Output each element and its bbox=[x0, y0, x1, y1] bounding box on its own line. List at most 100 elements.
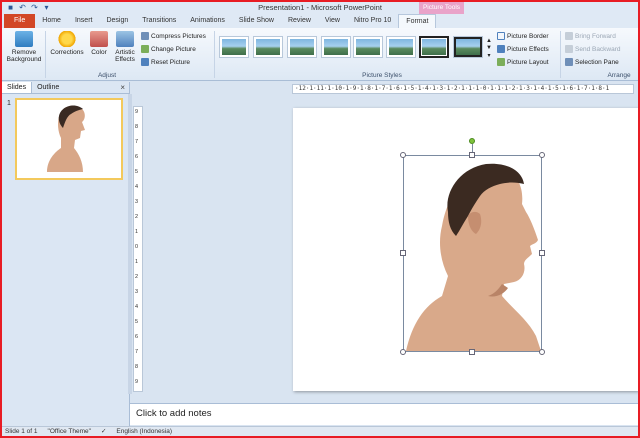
vruler-tick: 3 bbox=[135, 199, 139, 205]
picture-style-3[interactable] bbox=[287, 36, 317, 58]
color-button[interactable]: Color bbox=[88, 31, 110, 56]
horizontal-ruler: ·12·1·11·1·10·1·9·1·8·1·7·1·6·1·5·1·4·1·… bbox=[292, 84, 634, 94]
picture-style-8[interactable] bbox=[453, 36, 483, 58]
ribbon: Remove Background Corrections Color Arti… bbox=[2, 28, 638, 81]
picture-style-5[interactable] bbox=[353, 36, 383, 58]
tab-slide-show[interactable]: Slide Show bbox=[232, 14, 281, 28]
arrange-group-label: Arrange bbox=[607, 72, 631, 79]
tab-review[interactable]: Review bbox=[281, 14, 318, 28]
spell-check-icon[interactable]: ✓ bbox=[101, 427, 106, 436]
picture-style-7[interactable] bbox=[419, 36, 449, 58]
group-separator bbox=[214, 31, 215, 78]
tab-slides[interactable]: Slides bbox=[2, 82, 33, 93]
resize-handle-top-left[interactable] bbox=[400, 152, 406, 158]
picture-border-icon bbox=[497, 32, 505, 40]
tab-animations[interactable]: Animations bbox=[183, 14, 232, 28]
bring-forward-button[interactable]: Bring Forward bbox=[565, 32, 616, 40]
resize-handle-bottom-left[interactable] bbox=[400, 349, 406, 355]
reset-picture-button[interactable]: Reset Picture bbox=[141, 58, 190, 66]
corrections-button[interactable]: Corrections bbox=[48, 31, 86, 56]
ribbon-tabs: File Home Insert Design Transitions Anim… bbox=[2, 14, 638, 28]
artistic-effects-icon bbox=[116, 31, 134, 47]
slide-number: 1 bbox=[7, 100, 11, 107]
artistic-effects-button[interactable]: Artistic Effects bbox=[112, 31, 138, 63]
remove-background-button[interactable]: Remove Background bbox=[4, 31, 44, 63]
status-bar: Slide 1 of 1 "Office Theme" ✓ English (I… bbox=[2, 426, 638, 436]
vruler-tick: 5 bbox=[135, 169, 139, 175]
remove-background-icon bbox=[15, 31, 33, 47]
resize-handle-bottom-right[interactable] bbox=[539, 349, 545, 355]
status-language[interactable]: English (Indonesia) bbox=[116, 427, 172, 436]
vruler-tick: 1 bbox=[135, 229, 139, 235]
vertical-ruler: 9 8 7 6 5 4 3 2 1 0 1 2 3 4 5 6 7 8 9 bbox=[133, 106, 143, 392]
color-label: Color bbox=[91, 49, 107, 56]
thumbnail-portrait bbox=[47, 105, 85, 172]
picture-layout-button[interactable]: Picture Layout bbox=[497, 58, 549, 66]
picture-border-label: Picture Border bbox=[507, 32, 549, 40]
status-slide-count: Slide 1 of 1 bbox=[5, 428, 38, 435]
vruler-tick: 5 bbox=[135, 319, 139, 325]
vruler-tick: 9 bbox=[135, 109, 139, 115]
send-backward-button[interactable]: Send Backward bbox=[565, 45, 621, 53]
slide-thumbnail[interactable] bbox=[15, 98, 123, 180]
title-bar: ■ ↶ ↷ ▾ Presentation1 - Microsoft PowerP… bbox=[2, 2, 638, 14]
resize-handle-top[interactable] bbox=[469, 152, 475, 158]
tab-insert[interactable]: Insert bbox=[68, 14, 100, 28]
bring-forward-icon bbox=[565, 32, 573, 40]
picture-style-4[interactable] bbox=[321, 36, 351, 58]
status-theme: "Office Theme" bbox=[47, 428, 91, 435]
vruler-tick: 9 bbox=[135, 379, 139, 385]
picture-style-6[interactable] bbox=[386, 36, 416, 58]
scroll-down-icon[interactable]: ▼ bbox=[486, 45, 492, 51]
resize-handle-left[interactable] bbox=[400, 250, 406, 256]
vruler-tick: 3 bbox=[135, 289, 139, 295]
change-picture-button[interactable]: Change Picture bbox=[141, 45, 196, 53]
more-styles-icon[interactable]: ▾ bbox=[487, 52, 490, 59]
resize-handle-top-right[interactable] bbox=[539, 152, 545, 158]
styles-gallery-scroll[interactable]: ▲ ▼ ▾ bbox=[486, 38, 492, 59]
tab-format[interactable]: Format bbox=[398, 14, 437, 28]
tab-home[interactable]: Home bbox=[35, 14, 68, 28]
send-backward-icon bbox=[565, 45, 573, 53]
tab-nitro-pro[interactable]: Nitro Pro 10 bbox=[347, 14, 398, 28]
compress-pictures-button[interactable]: Compress Pictures bbox=[141, 32, 206, 40]
picture-style-2[interactable] bbox=[253, 36, 283, 58]
compress-pictures-icon bbox=[141, 32, 149, 40]
vruler-tick: 4 bbox=[135, 304, 139, 310]
vruler-tick: 8 bbox=[135, 364, 139, 370]
vruler-tick: 6 bbox=[135, 334, 139, 340]
close-icon[interactable]: × bbox=[120, 83, 125, 92]
slides-pane-splitter[interactable] bbox=[128, 94, 132, 394]
picture-style-1[interactable] bbox=[219, 36, 249, 58]
resize-handle-bottom[interactable] bbox=[469, 349, 475, 355]
vruler-tick: 6 bbox=[135, 154, 139, 160]
tab-outline[interactable]: Outline bbox=[32, 82, 64, 93]
window-title: Presentation1 - Microsoft PowerPoint bbox=[258, 3, 382, 12]
selected-picture[interactable] bbox=[403, 155, 542, 352]
picture-effects-button[interactable]: Picture Effects bbox=[497, 45, 549, 53]
vruler-tick: 8 bbox=[135, 124, 139, 130]
picture-effects-label: Picture Effects bbox=[507, 45, 549, 53]
tab-design[interactable]: Design bbox=[99, 14, 135, 28]
tab-transitions[interactable]: Transitions bbox=[135, 14, 183, 28]
picture-border-button[interactable]: Picture Border bbox=[497, 32, 549, 40]
remove-background-label: Remove Background bbox=[6, 49, 42, 63]
vruler-tick: 2 bbox=[135, 274, 139, 280]
change-picture-label: Change Picture bbox=[151, 45, 196, 53]
scroll-up-icon[interactable]: ▲ bbox=[486, 38, 492, 44]
resize-handle-right[interactable] bbox=[539, 250, 545, 256]
send-backward-label: Send Backward bbox=[575, 45, 621, 53]
vruler-tick: 7 bbox=[135, 139, 139, 145]
tab-view[interactable]: View bbox=[318, 14, 347, 28]
tab-file[interactable]: File bbox=[4, 14, 36, 28]
vruler-tick: 7 bbox=[135, 349, 139, 355]
rotation-handle[interactable] bbox=[469, 138, 475, 144]
selection-pane-button[interactable]: Selection Pane bbox=[565, 58, 619, 66]
notes-pane[interactable]: Click to add notes bbox=[130, 403, 638, 425]
color-icon bbox=[90, 31, 108, 47]
portrait-picture bbox=[406, 163, 541, 351]
selection-pane-label: Selection Pane bbox=[575, 58, 619, 66]
artistic-effects-label: Artistic Effects bbox=[115, 49, 135, 63]
reset-picture-label: Reset Picture bbox=[151, 58, 191, 66]
reset-picture-icon bbox=[141, 58, 149, 66]
